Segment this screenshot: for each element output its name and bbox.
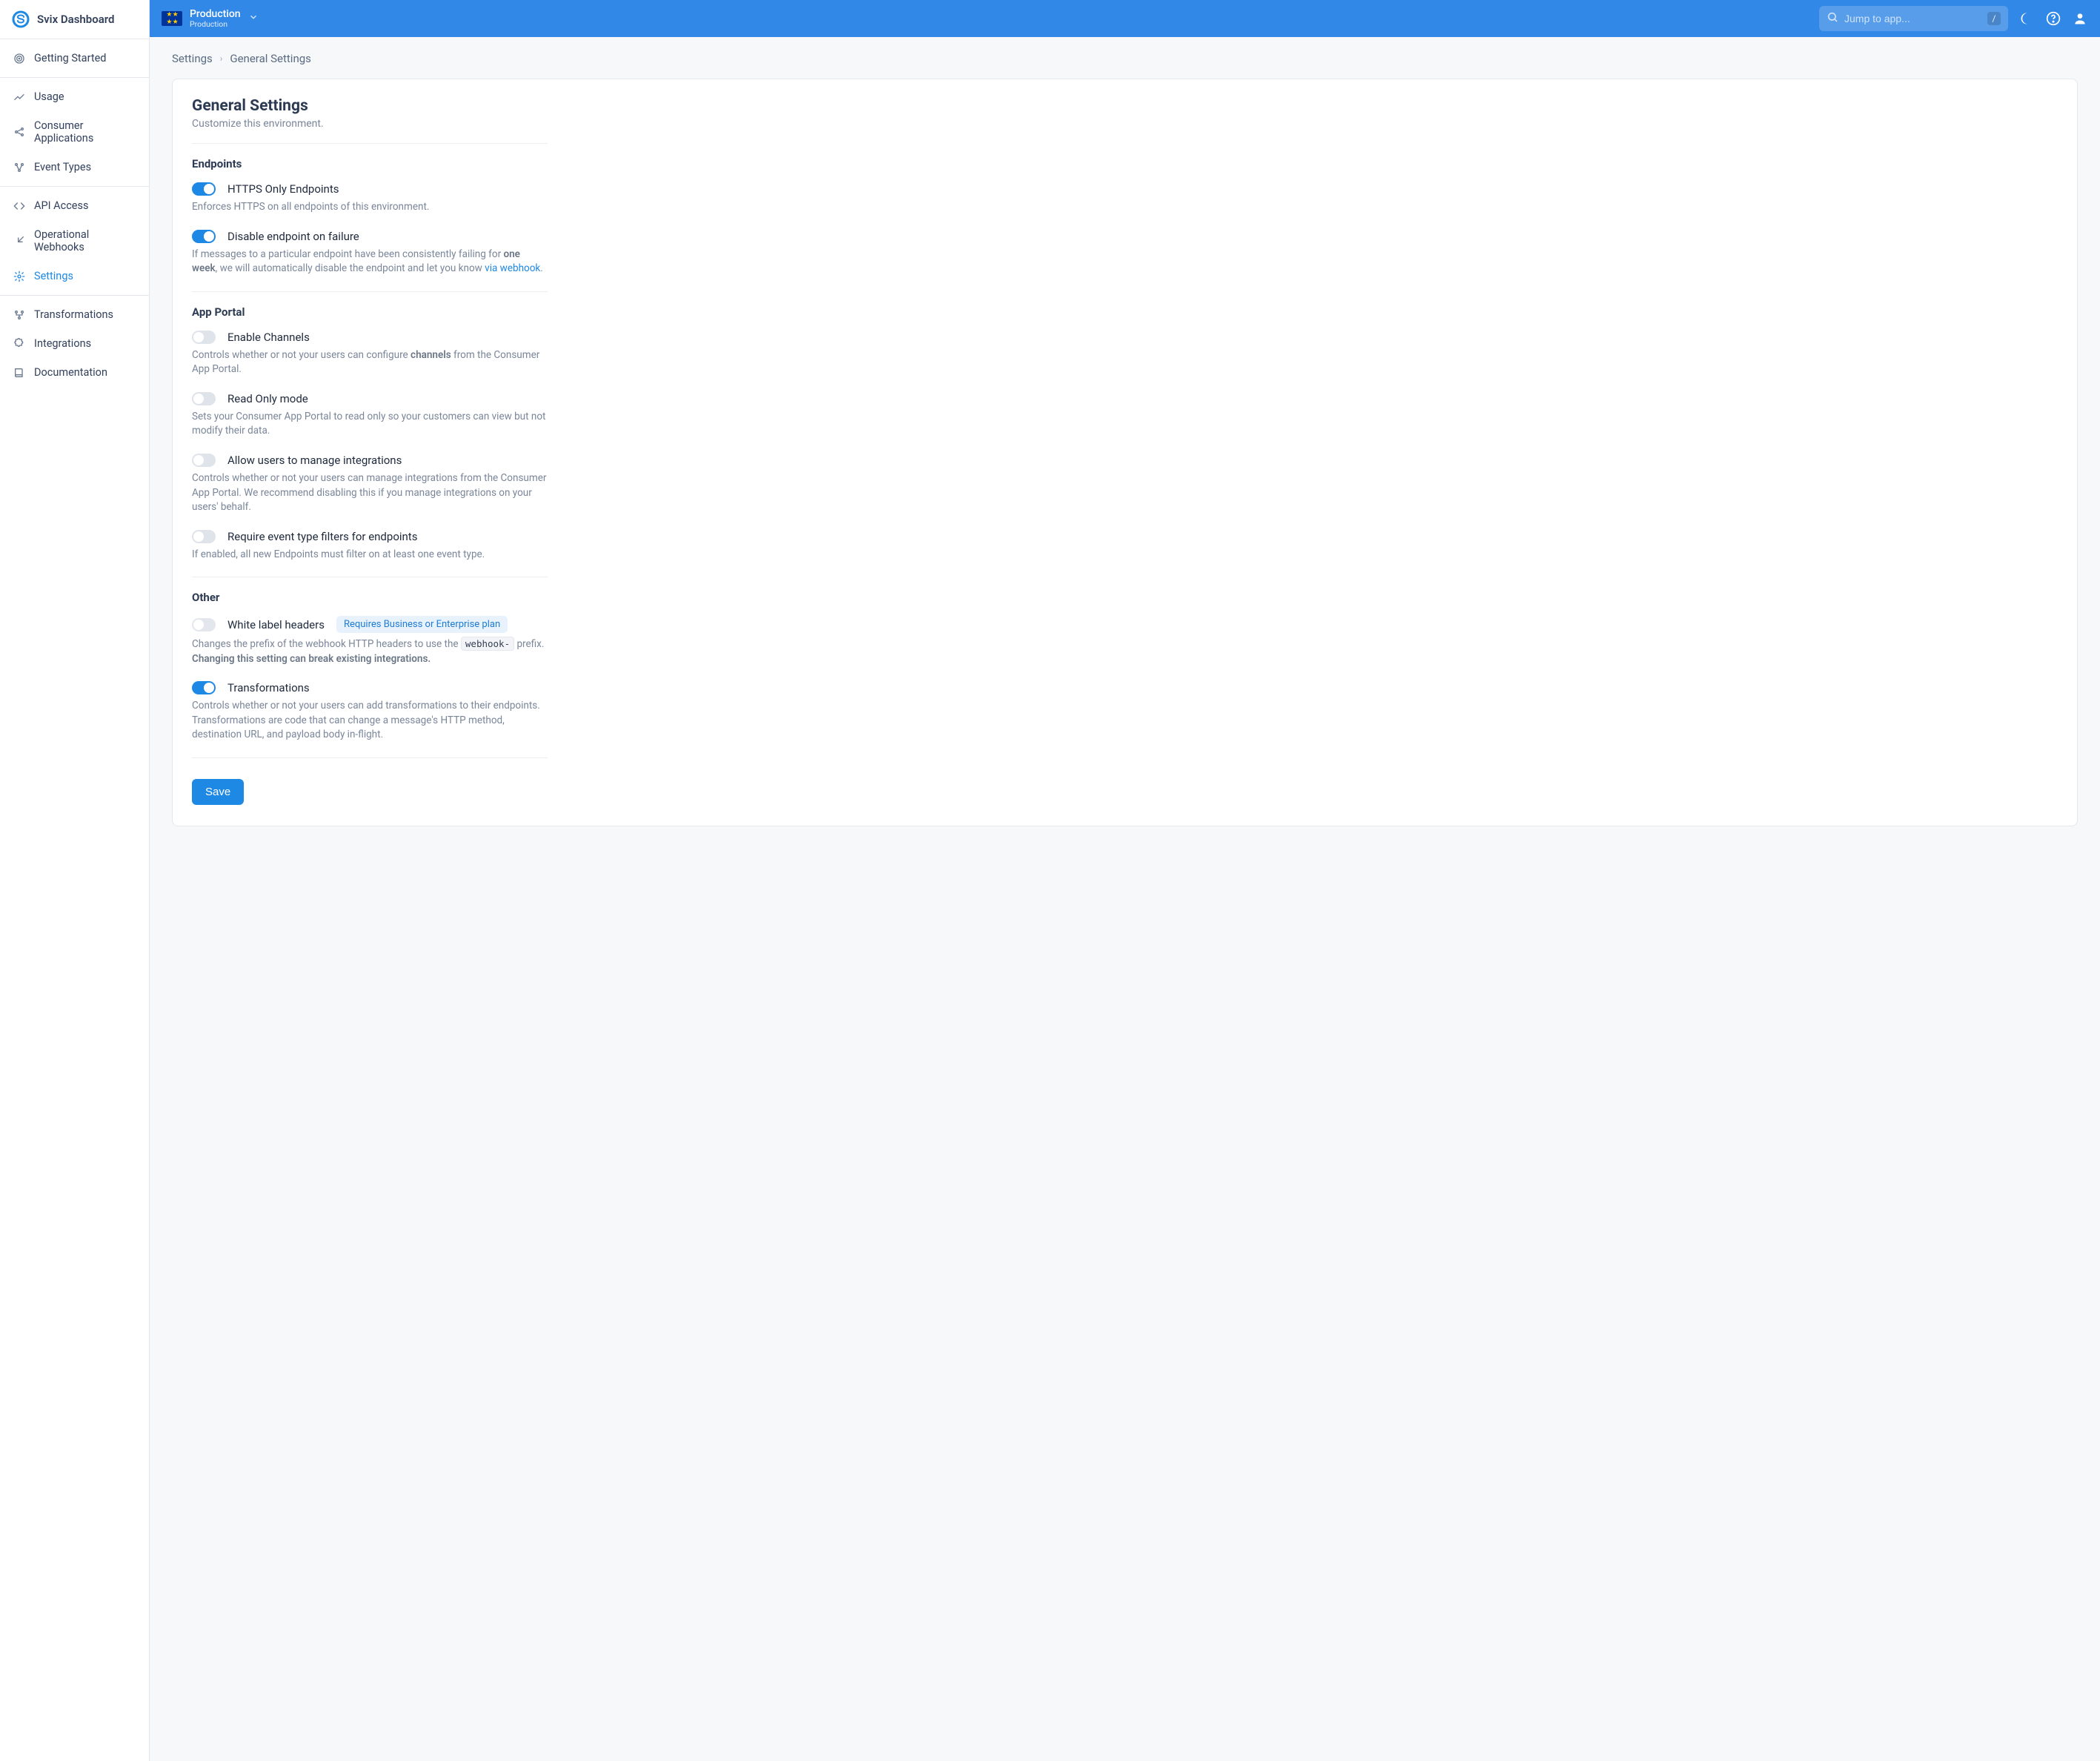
- toggle-require-filters[interactable]: [192, 530, 216, 543]
- sidebar-item-op-webhooks[interactable]: Operational Webhooks: [0, 220, 149, 262]
- main: ★ ★★ ★ Production Production /: [150, 0, 2100, 1761]
- desc-transformations: Controls whether or not your users can a…: [192, 699, 548, 743]
- sidebar-item-label: Operational Webhooks: [34, 228, 136, 253]
- page-title: General Settings: [192, 97, 548, 115]
- sidebar-item-getting-started[interactable]: Getting Started: [0, 44, 149, 73]
- desc-enable-channels: Controls whether or not your users can c…: [192, 348, 548, 377]
- setting-white-label: White label headers Requires Business or…: [192, 616, 548, 666]
- search-icon: [1827, 11, 1838, 26]
- breadcrumb-general[interactable]: General Settings: [230, 52, 311, 65]
- app-title: Svix Dashboard: [37, 13, 114, 26]
- chevron-down-icon: [248, 12, 259, 25]
- setting-read-only: Read Only mode Sets your Consumer App Po…: [192, 392, 548, 439]
- sidebar-item-label: Getting Started: [34, 52, 106, 64]
- sidebar-item-documentation[interactable]: Documentation: [0, 358, 149, 387]
- env-switcher[interactable]: ★ ★★ ★ Production Production: [162, 9, 259, 29]
- sidebar-item-label: Transformations: [34, 308, 113, 321]
- dark-mode-icon[interactable]: [2018, 10, 2035, 27]
- section-app-portal-title: App Portal: [192, 305, 548, 319]
- setting-transformations: Transformations Controls whether or not …: [192, 681, 548, 743]
- via-webhook-link[interactable]: via webhook: [485, 262, 540, 274]
- sidebar-item-transformations[interactable]: Transformations: [0, 300, 149, 329]
- setting-https-only: HTTPS Only Endpoints Enforces HTTPS on a…: [192, 182, 548, 215]
- toggle-disable-on-failure[interactable]: [192, 230, 216, 243]
- env-name: Production: [190, 9, 241, 20]
- topbar: ★ ★★ ★ Production Production /: [150, 0, 2100, 37]
- content: Settings › General Settings General Sett…: [150, 37, 2100, 856]
- desc-manage-integrations: Controls whether or not your users can m…: [192, 471, 548, 515]
- toggle-enable-channels[interactable]: [192, 331, 216, 344]
- sidebar-item-label: Integrations: [34, 337, 91, 350]
- branch-icon: [13, 309, 25, 321]
- section-endpoints-title: Endpoints: [192, 157, 548, 170]
- puzzle-icon: [13, 338, 25, 350]
- setting-manage-integrations: Allow users to manage integrations Contr…: [192, 454, 548, 515]
- desc-read-only: Sets your Consumer App Portal to read on…: [192, 410, 548, 439]
- sidebar-item-settings[interactable]: Settings: [0, 262, 149, 291]
- section-other-title: Other: [192, 591, 548, 604]
- user-icon[interactable]: [2072, 10, 2088, 27]
- label-manage-integrations: Allow users to manage integrations: [227, 454, 402, 467]
- code-icon: [13, 200, 25, 212]
- search-box[interactable]: /: [1819, 6, 2008, 31]
- toggle-read-only[interactable]: [192, 392, 216, 405]
- label-white-label: White label headers: [227, 618, 325, 631]
- search-kbd: /: [1987, 12, 2001, 25]
- search-input[interactable]: [1844, 13, 1981, 24]
- label-https-only: HTTPS Only Endpoints: [227, 182, 339, 196]
- arrow-in-icon: [13, 235, 25, 247]
- divider: [192, 143, 548, 144]
- desc-disable-on-failure: If messages to a particular endpoint hav…: [192, 248, 548, 276]
- share-icon: [13, 126, 25, 138]
- gear-icon: [13, 271, 25, 282]
- page-subtitle: Customize this environment.: [192, 118, 548, 130]
- sidebar-item-label: Documentation: [34, 366, 107, 379]
- chevron-right-icon: ›: [220, 53, 223, 64]
- breadcrumb: Settings › General Settings: [172, 52, 2078, 65]
- sidebar-item-label: Settings: [34, 270, 73, 282]
- breadcrumb-settings[interactable]: Settings: [172, 52, 213, 65]
- toggle-https-only[interactable]: [192, 182, 216, 196]
- label-disable-on-failure: Disable endpoint on failure: [227, 230, 359, 243]
- sidebar-item-usage[interactable]: Usage: [0, 82, 149, 111]
- target-icon: [13, 53, 25, 64]
- setting-disable-on-failure: Disable endpoint on failure If messages …: [192, 230, 548, 276]
- toggle-white-label: [192, 618, 216, 631]
- divider: [192, 291, 548, 292]
- book-icon: [13, 367, 25, 379]
- sidebar-item-label: Event Types: [34, 161, 91, 173]
- divider: [192, 757, 548, 758]
- label-transformations: Transformations: [227, 681, 310, 694]
- eu-flag-icon: ★ ★★ ★: [162, 11, 182, 26]
- label-read-only: Read Only mode: [227, 392, 308, 405]
- env-sub: Production: [190, 20, 241, 29]
- setting-require-filters: Require event type filters for endpoints…: [192, 530, 548, 563]
- sidebar-item-api-access[interactable]: API Access: [0, 191, 149, 220]
- desc-white-label: Changes the prefix of the webhook HTTP h…: [192, 637, 548, 666]
- sidebar-nav: Getting Started Usage Consumer Application…: [0, 39, 149, 391]
- desc-require-filters: If enabled, all new Endpoints must filte…: [192, 548, 548, 563]
- nodes-icon: [13, 162, 25, 173]
- help-icon[interactable]: [2045, 10, 2061, 27]
- settings-card: General Settings Customize this environm…: [172, 79, 2078, 826]
- logo-icon: [12, 10, 30, 28]
- save-button[interactable]: Save: [192, 779, 244, 805]
- desc-https-only: Enforces HTTPS on all endpoints of this …: [192, 200, 548, 215]
- label-enable-channels: Enable Channels: [227, 331, 310, 344]
- chart-icon: [13, 91, 25, 103]
- setting-enable-channels: Enable Channels Controls whether or not …: [192, 331, 548, 377]
- sidebar-item-label: API Access: [34, 199, 88, 212]
- sidebar-header: Svix Dashboard: [0, 0, 149, 39]
- sidebar-item-event-types[interactable]: Event Types: [0, 153, 149, 182]
- toggle-transformations[interactable]: [192, 681, 216, 694]
- toggle-manage-integrations[interactable]: [192, 454, 216, 467]
- sidebar: Svix Dashboard Getting Started Usage Consu…: [0, 0, 150, 1761]
- sidebar-item-label: Usage: [34, 90, 64, 103]
- sidebar-item-integrations[interactable]: Integrations: [0, 329, 149, 358]
- sidebar-item-label: Consumer Applications: [34, 119, 136, 145]
- plan-badge: Requires Business or Enterprise plan: [336, 616, 508, 633]
- label-require-filters: Require event type filters for endpoints: [227, 530, 417, 543]
- sidebar-item-consumer-apps[interactable]: Consumer Applications: [0, 111, 149, 153]
